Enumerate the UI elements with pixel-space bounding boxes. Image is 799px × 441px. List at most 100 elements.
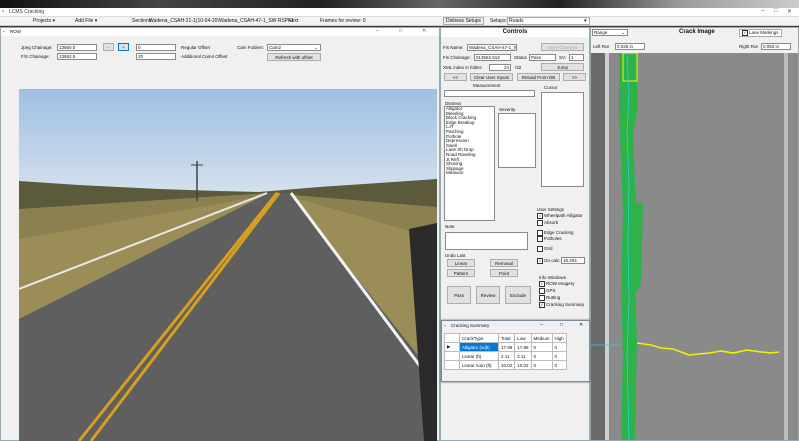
- next-frame-button[interactable]: >>: [563, 73, 586, 81]
- refresh-with-offset-button[interactable]: Refresh with offset: [267, 53, 321, 61]
- table-cell[interactable]: 0: [530, 342, 553, 352]
- menu-add-file[interactable]: Add File ▾: [75, 18, 97, 24]
- table-cell[interactable]: Linear Auto (ft): [459, 360, 499, 370]
- edge-cracking-text: Edge Cracking: [544, 230, 574, 236]
- row-imagery-checkbox[interactable]: ✓ ROW Imagery: [539, 281, 575, 287]
- table-cell[interactable]: 17.98: [514, 342, 532, 352]
- table-cell[interactable]: 0: [551, 342, 567, 352]
- jpeg-chainage-label: Jpeg Chainage:: [21, 45, 53, 50]
- gps-checkbox[interactable]: GPS: [539, 288, 556, 294]
- table-row[interactable]: ▶ Alligator (sqft) 17.98 17.98 0 0: [444, 342, 567, 352]
- table-cell[interactable]: 0: [530, 360, 553, 370]
- regular-offset-input[interactable]: 0: [136, 44, 176, 51]
- jpeg-chainage-input[interactable]: 13560.0: [57, 44, 97, 51]
- additional-offset-input[interactable]: 20: [136, 53, 176, 60]
- fis-chainage-input[interactable]: 013562.512: [474, 54, 511, 61]
- summary-close-icon[interactable]: ✕: [579, 322, 583, 328]
- table-cell[interactable]: 17.98: [497, 342, 516, 352]
- distress-item[interactable]: Measure: [445, 171, 494, 176]
- grid-checkbox[interactable]: Grid: [537, 246, 553, 252]
- sv-label: SV:: [559, 55, 567, 60]
- table-cell[interactable]: 0: [530, 351, 553, 361]
- table-cell[interactable]: 10.02: [514, 360, 532, 370]
- frames-for-review: Frames for review: 0: [320, 18, 366, 24]
- cam-folders-label: Cam Folders:: [237, 45, 265, 50]
- measurement-input[interactable]: [444, 90, 535, 97]
- table-row[interactable]: Linear (ft) 2.11 2.11 0 0: [444, 351, 567, 361]
- right-rut-input[interactable]: 0.053 in: [761, 43, 791, 50]
- summary-minimize-icon[interactable]: –: [540, 322, 543, 328]
- row-header-cell: [444, 333, 460, 343]
- distress-list[interactable]: Alligator Bleeding Block Cracking Edge B…: [444, 106, 495, 221]
- on-calc-checkbox[interactable]: ✓ On calc:: [537, 258, 561, 264]
- header-cell: Total: [497, 333, 516, 343]
- summary-maximize-icon[interactable]: □: [560, 322, 563, 328]
- absorb-checkbox[interactable]: Absorb: [537, 220, 558, 226]
- linear-button[interactable]: Linear: [447, 259, 475, 267]
- potholes-checkbox[interactable]: Potholes: [537, 236, 562, 242]
- point-button[interactable]: Point: [490, 269, 518, 277]
- setups-label: Setups:: [490, 18, 507, 24]
- reload-from-db-button[interactable]: Reload From DB: [517, 73, 560, 81]
- maximize-icon[interactable]: □: [774, 8, 778, 14]
- table-cell[interactable]: Alligator (sqft): [459, 342, 499, 352]
- distress-setups-button[interactable]: Distress Setups: [443, 17, 485, 25]
- minus-button[interactable]: -: [103, 43, 114, 51]
- fs-chainage-input[interactable]: 13562.5: [57, 53, 97, 60]
- removal-button[interactable]: Removal: [490, 259, 518, 267]
- chevron-down-icon[interactable]: ▾: [584, 18, 587, 24]
- range-select[interactable]: Range ⌄: [592, 29, 628, 36]
- row-close-icon[interactable]: ✕: [422, 28, 426, 34]
- left-rut-input[interactable]: 0.025 in: [615, 43, 645, 50]
- table-cell[interactable]: 0: [551, 360, 567, 370]
- note-textarea[interactable]: [445, 232, 528, 250]
- crack-image-title: Crack Image: [679, 29, 715, 35]
- plus-button[interactable]: +: [118, 43, 129, 51]
- menu-projects[interactable]: Projects ▾: [33, 18, 55, 24]
- table-cell[interactable]: 2.11: [514, 351, 532, 361]
- clear-user-inputs-button[interactable]: Clear User Inputs: [470, 73, 513, 81]
- on-calc-input[interactable]: 16.404: [561, 257, 585, 264]
- xml-index-label: XML index in folder:: [443, 65, 483, 70]
- on-calc-text: On calc:: [544, 258, 561, 264]
- jump-button[interactable]: Jump: [541, 63, 584, 71]
- exclude-button[interactable]: Exclude: [505, 286, 531, 304]
- table-row[interactable]: Linear Auto (ft) 10.02 10.02 0 0: [444, 360, 567, 370]
- sv-input[interactable]: 1: [569, 54, 584, 61]
- road-scene: [19, 89, 437, 441]
- close-icon[interactable]: ✕: [787, 8, 792, 15]
- regular-offset-label: Regular Offset: [181, 45, 210, 50]
- table-cell[interactable]: 2.11: [497, 351, 516, 361]
- right-lane-marking: [784, 53, 788, 440]
- status-input[interactable]: Pass: [529, 54, 556, 61]
- rutting-checkbox[interactable]: Rutting: [539, 295, 560, 301]
- save-changes-button[interactable]: Save Changes: [541, 43, 584, 51]
- table-cell[interactable]: Linear (ft): [459, 351, 499, 361]
- checkmark-icon: ✓: [537, 213, 543, 219]
- row-title: ROW: [10, 29, 21, 34]
- prev-button[interactable]: <<: [444, 73, 467, 81]
- minimize-icon[interactable]: –: [761, 8, 764, 14]
- sections-select[interactable]: Wadena_CSAH-21-1(10-04-20\Wadena_CSAH-47…: [149, 18, 294, 24]
- severity-label: Severity: [499, 107, 516, 112]
- row-maximize-icon[interactable]: □: [399, 28, 402, 34]
- setups-select[interactable]: Roads: [507, 17, 590, 25]
- range-value: Range: [594, 30, 608, 35]
- review-button[interactable]: Review: [476, 286, 500, 304]
- potholes-text: Potholes: [544, 236, 562, 242]
- cracking-summary-checkbox[interactable]: ✓ Cracking Summary: [539, 302, 584, 308]
- pass-button[interactable]: Pass: [447, 286, 471, 304]
- fis-name-input[interactable]: Wadena_CSAH-47-1_S: [467, 44, 517, 51]
- cam-folders-select[interactable]: Cam2 ⌄: [267, 44, 321, 51]
- lane-markings-checkbox[interactable]: ✓ Lane Markings: [739, 29, 782, 37]
- table-cell[interactable]: 10.02: [497, 360, 516, 370]
- fis-name-label: Fis Name:: [443, 45, 464, 50]
- xml-index-input[interactable]: 24: [489, 64, 511, 71]
- severity-list[interactable]: [498, 113, 536, 168]
- table-cell[interactable]: 0: [551, 351, 567, 361]
- next-button[interactable]: Next: [288, 18, 298, 24]
- pattern-button[interactable]: Pattern: [447, 269, 475, 277]
- row-minimize-icon[interactable]: –: [376, 28, 379, 34]
- user-settings-label: User Settings: [537, 207, 565, 212]
- wheelpath-alligator-checkbox[interactable]: ✓ Wheelpath Alligator: [537, 213, 583, 219]
